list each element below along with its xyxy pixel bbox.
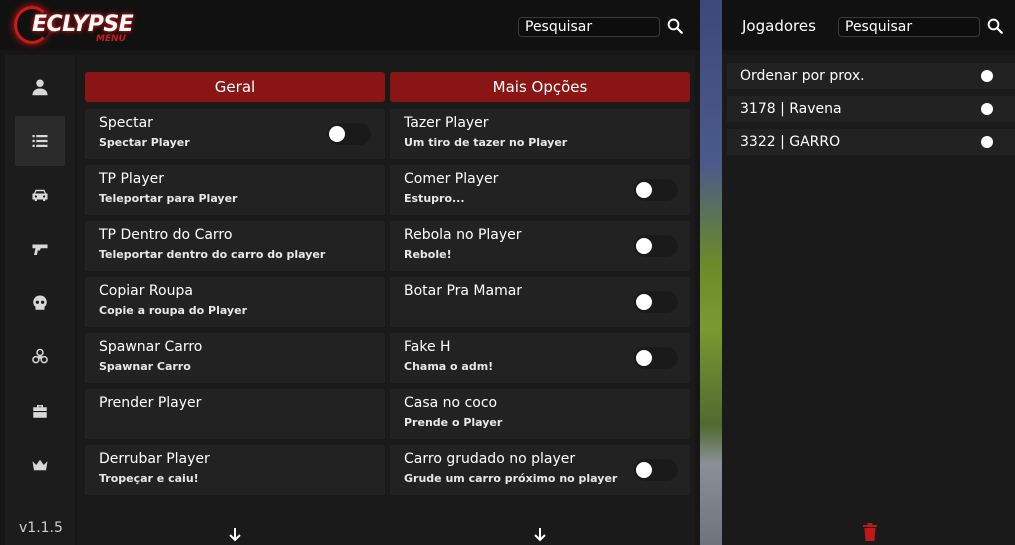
toggle-switch[interactable] xyxy=(327,123,371,145)
player-row-label: 3322 | GARRO xyxy=(740,134,841,150)
option-title: Copiar Roupa xyxy=(99,283,193,299)
logo-sub: MENU xyxy=(96,34,126,44)
toolbox-icon xyxy=(33,405,47,418)
option-rebola-player[interactable]: Rebola no Player Rebole! xyxy=(390,221,690,271)
option-subtitle: Teleportar para Player xyxy=(99,192,238,205)
toggle-knob xyxy=(636,182,652,198)
list-item-player[interactable]: 3322 | GARRO xyxy=(727,129,1015,155)
game-background xyxy=(700,0,722,545)
option-title: Derrubar Player xyxy=(99,451,210,467)
option-subtitle: Teleportar dentro do carro do player xyxy=(99,248,326,261)
tab-geral[interactable]: Geral xyxy=(85,72,385,102)
sidebar-item-toolbox[interactable] xyxy=(15,386,65,436)
user-icon xyxy=(32,79,48,96)
radio-dot[interactable] xyxy=(981,70,993,82)
players-search-input[interactable]: Pesquisar xyxy=(838,17,980,37)
player-row-label: 3178 | Ravena xyxy=(740,101,842,117)
sidebar: v1.1.5 xyxy=(5,55,75,545)
search-icon[interactable] xyxy=(666,17,684,35)
toggle-knob xyxy=(636,238,652,254)
sidebar-item-player[interactable] xyxy=(15,62,65,112)
player-row-label: Ordenar por prox. xyxy=(740,68,865,84)
content-area: Geral Mais Opções Spectar Spectar Player… xyxy=(78,55,695,545)
toggle-switch[interactable] xyxy=(634,235,678,257)
option-title: TP Player xyxy=(99,171,165,187)
option-casa-no-coco[interactable]: Casa no coco Prende o Player xyxy=(390,389,690,439)
option-title: Prender Player xyxy=(99,395,202,411)
sidebar-item-list[interactable] xyxy=(15,116,65,166)
car-icon xyxy=(32,189,48,201)
option-carro-grudado[interactable]: Carro grudado no player Grude um carro p… xyxy=(390,445,690,495)
players-panel: Jogadores Pesquisar Ordenar por prox. 31… xyxy=(722,0,1015,545)
toggle-switch[interactable] xyxy=(634,291,678,313)
sidebar-item-biohazard[interactable] xyxy=(15,332,65,382)
tab-mais-opcoes[interactable]: Mais Opções xyxy=(390,72,690,102)
toggle-switch[interactable] xyxy=(634,179,678,201)
sidebar-item-vehicle[interactable] xyxy=(15,170,65,220)
option-derrubar-player[interactable]: Derrubar Player Tropeçar e caiu! xyxy=(85,445,385,495)
list-item-player[interactable]: 3178 | Ravena xyxy=(727,96,1015,122)
sidebar-item-weapons[interactable] xyxy=(15,224,65,274)
option-tazer-player[interactable]: Tazer Player Um tiro de tazer no Player xyxy=(390,109,690,159)
option-comer-player[interactable]: Comer Player Estupro... xyxy=(390,165,690,215)
toggle-knob xyxy=(636,350,652,366)
option-subtitle: Tropeçar e caiu! xyxy=(99,472,199,485)
search-icon[interactable] xyxy=(986,17,1004,35)
toggle-knob xyxy=(636,462,652,478)
search-input[interactable]: Pesquisar xyxy=(518,17,660,37)
top-bar: ECLYPSE MENU Pesquisar xyxy=(0,0,700,50)
toggle-knob xyxy=(329,126,345,142)
option-subtitle: Prende o Player xyxy=(404,416,503,429)
radio-dot[interactable] xyxy=(981,136,993,148)
crown-icon xyxy=(32,459,48,471)
players-list: Ordenar por prox. 3178 | Ravena 3322 | G… xyxy=(722,55,1015,545)
option-subtitle: Spawnar Carro xyxy=(99,360,191,373)
option-tp-dentro-carro[interactable]: TP Dentro do Carro Teleportar dentro do … xyxy=(85,221,385,271)
toggle-knob xyxy=(636,294,652,310)
players-title: Jogadores xyxy=(742,17,816,35)
arrow-down-icon[interactable] xyxy=(227,526,243,542)
option-subtitle: Copie a roupa do Player xyxy=(99,304,247,317)
biohazard-icon xyxy=(32,348,48,364)
radio-dot[interactable] xyxy=(981,103,993,115)
option-tp-player[interactable]: TP Player Teleportar para Player xyxy=(85,165,385,215)
option-title: Spawnar Carro xyxy=(99,339,203,355)
list-item-sort[interactable]: Ordenar por prox. xyxy=(727,63,1015,89)
trash-icon[interactable] xyxy=(862,523,878,541)
option-title: Tazer Player xyxy=(404,115,489,131)
eclypse-logo: ECLYPSE MENU xyxy=(12,4,142,46)
option-title: Casa no coco xyxy=(404,395,498,411)
skull-icon xyxy=(33,295,47,310)
sidebar-item-crown[interactable] xyxy=(15,440,65,490)
list-icon xyxy=(32,135,48,147)
toggle-switch[interactable] xyxy=(634,459,678,481)
toggle-switch[interactable] xyxy=(634,347,678,369)
option-copiar-roupa[interactable]: Copiar Roupa Copie a roupa do Player xyxy=(85,277,385,327)
version-label: v1.1.5 xyxy=(19,520,63,536)
arrow-down-icon[interactable] xyxy=(532,526,548,542)
players-top-bar: Jogadores Pesquisar xyxy=(722,0,1015,50)
main-menu-panel: ECLYPSE MENU Pesquisar v1.1.5 Geral Mais… xyxy=(0,0,700,545)
option-fake-h[interactable]: Fake H Chama o adm! xyxy=(390,333,690,383)
option-subtitle: Um tiro de tazer no Player xyxy=(404,136,568,149)
gun-icon xyxy=(32,244,48,255)
option-spectar[interactable]: Spectar Spectar Player xyxy=(85,109,385,159)
option-title: TP Dentro do Carro xyxy=(99,227,233,243)
option-botar-pra-mamar[interactable]: Botar Pra Mamar xyxy=(390,277,690,327)
option-prender-player[interactable]: Prender Player xyxy=(85,389,385,439)
sidebar-item-skull[interactable] xyxy=(15,278,65,328)
option-spawnar-carro[interactable]: Spawnar Carro Spawnar Carro xyxy=(85,333,385,383)
